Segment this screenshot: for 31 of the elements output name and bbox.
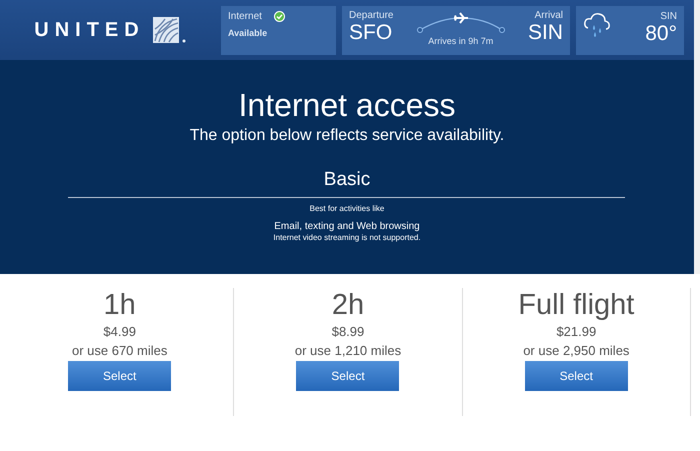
rain-cloud-icon bbox=[583, 10, 611, 38]
internet-label: Internet bbox=[228, 10, 262, 22]
weather-city: SIN bbox=[660, 10, 677, 22]
select-button[interactable]: Select bbox=[524, 361, 628, 391]
arrival-time-text: Arrives in 9h 7m bbox=[428, 36, 494, 46]
plan-name: Basic bbox=[322, 169, 372, 191]
option-miles: or use 1,210 miles bbox=[294, 342, 402, 360]
check-icon bbox=[274, 10, 285, 22]
option-price: $8.99 bbox=[332, 323, 364, 341]
option-duration: 1h bbox=[104, 288, 136, 322]
internet-status: Available bbox=[228, 28, 268, 38]
option-miles: or use 670 miles bbox=[72, 342, 168, 360]
globe-logo-icon bbox=[152, 17, 187, 43]
departure-code: SFO bbox=[349, 20, 394, 44]
option-duration: 2h bbox=[332, 288, 364, 322]
temperature: 80° bbox=[645, 22, 677, 46]
option-duration: Full flight bbox=[518, 288, 634, 322]
option-miles: or use 2,950 miles bbox=[523, 342, 630, 360]
option-price: $21.99 bbox=[556, 323, 596, 341]
page-title: Internet access bbox=[238, 87, 456, 123]
plan-activities: Email, texting and Web browsing bbox=[273, 221, 421, 232]
plan-restriction: Internet video streaming is not supported. bbox=[272, 233, 422, 242]
subtitle: The option below reflects service availability. bbox=[188, 127, 506, 145]
arrival-label: Arrival bbox=[534, 10, 563, 20]
select-button[interactable]: Select bbox=[68, 361, 172, 391]
select-button[interactable]: Select bbox=[296, 361, 400, 391]
plan-note: Best for activities like bbox=[308, 204, 386, 213]
option-price: $4.99 bbox=[103, 323, 136, 341]
logo-text: UNITED bbox=[34, 18, 145, 42]
arrival-code: SIN bbox=[528, 20, 563, 44]
departure-label: Departure bbox=[349, 10, 394, 20]
